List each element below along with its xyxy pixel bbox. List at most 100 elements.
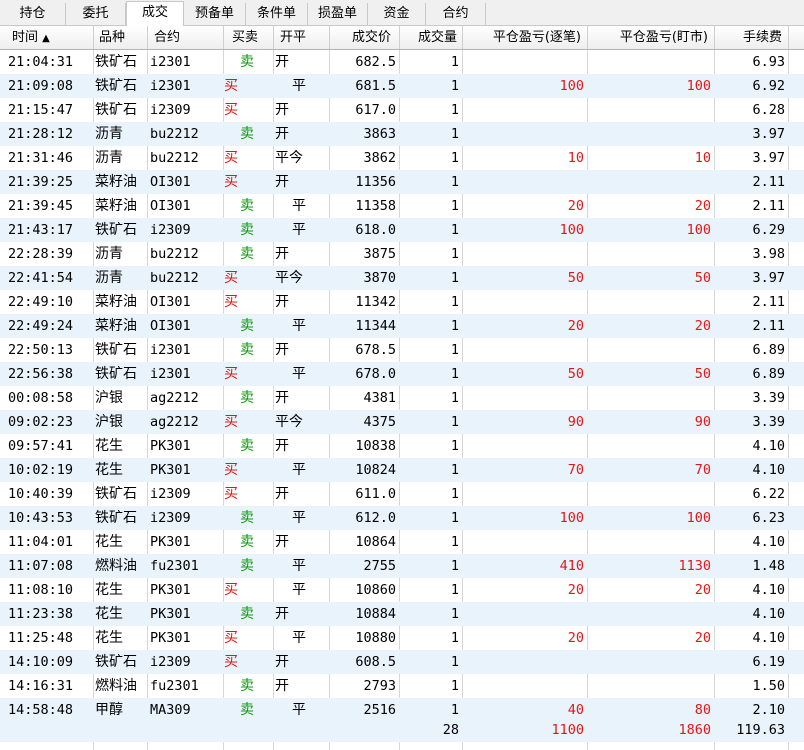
col-pnl-market-header[interactable]: 平仓盈亏(盯市) (588, 26, 715, 49)
table-row[interactable]: 09:57:41 花生 PK301 卖 开 10838 1 4.10 (0, 434, 804, 458)
col-pnl-trade-header[interactable]: 平仓盈亏(逐笔) (463, 26, 588, 49)
table-row[interactable]: 10:02:19 花生 PK301 买 平 10824 1 70 70 4.10 (0, 458, 804, 482)
cell-contract: fu2301 (150, 558, 199, 574)
cell-price: 10860 (355, 582, 396, 598)
table-row[interactable]: 22:56:38 铁矿石 i2301 买 平 678.0 1 50 50 6.89 (0, 362, 804, 386)
cell-price: 611.0 (355, 486, 396, 502)
table-row[interactable]: 21:43:17 铁矿石 i2309 卖 平 618.0 1 100 100 6.29 (0, 218, 804, 242)
cell-volume: 1 (450, 150, 459, 166)
cell-openclose: 平 (292, 630, 306, 646)
table-row[interactable]: 22:50:13 铁矿石 i2301 卖 开 678.5 1 6.89 (0, 338, 804, 362)
cell-variety: 燃料油 (95, 678, 137, 694)
tab-7[interactable]: 合约 (426, 3, 486, 26)
cell-price: 10864 (355, 534, 396, 550)
table-row[interactable]: 22:28:39 沥青 bu2212 卖 开 3875 1 3.98 (0, 242, 804, 266)
cell-pnl-market (588, 530, 715, 554)
table-row[interactable]: 14:16:31 燃料油 fu2301 卖 开 2793 1 1.50 (0, 674, 804, 698)
table-header: 时间 ▲ 品种 合约 买卖 开平 成交价 成交量 平仓盈亏(逐笔) 平仓盈亏(盯… (0, 26, 804, 50)
cell-variety: 燃料油 (95, 558, 137, 574)
cell-openclose: 开 (275, 438, 289, 454)
table-row[interactable]: 21:39:25 菜籽油 OI301 买 开 11356 1 2.11 (0, 170, 804, 194)
cell-variety: 沪银 (95, 390, 123, 406)
cell-contract: OI301 (150, 294, 191, 310)
tab-5[interactable]: 损盈单 (308, 3, 368, 26)
cell-openclose: 平 (292, 582, 306, 598)
tab-0[interactable]: 持仓 (0, 3, 66, 26)
cell-variety: 花生 (95, 582, 123, 598)
total-pnl-trade: 1100 (551, 722, 584, 738)
table-row[interactable]: 00:08:58 沪银 ag2212 卖 开 4381 1 3.39 (0, 386, 804, 410)
cell-pnl-market: 20 (694, 582, 711, 598)
cell-pnl-market (588, 386, 715, 410)
table-row[interactable]: 11:04:01 花生 PK301 卖 开 10864 1 4.10 (0, 530, 804, 554)
cell-time: 10:02:19 (8, 462, 74, 478)
table-row[interactable]: 22:49:10 菜籽油 OI301 买 开 11342 1 2.11 (0, 290, 804, 314)
table-row[interactable]: 21:31:46 沥青 bu2212 买 平今 3862 1 10 10 3.97 (0, 146, 804, 170)
col-side-header[interactable]: 买卖 (224, 26, 274, 49)
table-row[interactable]: 09:02:23 沪银 ag2212 买 平今 4375 1 90 90 3.39 (0, 410, 804, 434)
col-volume-header[interactable]: 成交量 (400, 26, 463, 49)
cell-side: 买 (224, 582, 238, 598)
tab-4[interactable]: 条件单 (246, 3, 308, 26)
cell-volume: 1 (450, 534, 459, 550)
cell-pnl-trade: 50 (567, 270, 584, 286)
cell-pnl-trade: 100 (559, 222, 584, 238)
cell-fee: 6.19 (752, 654, 785, 670)
table-row[interactable]: 22:49:24 菜籽油 OI301 卖 平 11344 1 20 20 2.11 (0, 314, 804, 338)
cell-volume: 1 (450, 606, 459, 622)
cell-time: 09:02:23 (8, 414, 74, 430)
cell-pnl-market (588, 170, 715, 194)
tab-2[interactable]: 成交 (126, 1, 184, 27)
cell-side: 买 (224, 78, 238, 94)
col-fee-header[interactable]: 手续费 (715, 26, 789, 49)
table-row[interactable]: 21:15:47 铁矿石 i2309 买 开 617.0 1 6.28 (0, 98, 804, 122)
col-price-header[interactable]: 成交价 (330, 26, 400, 49)
cell-pnl-market (588, 338, 715, 362)
cell-time: 11:04:01 (8, 534, 74, 550)
cell-pnl-market (588, 242, 715, 266)
cell-volume: 1 (450, 582, 459, 598)
total-pnl-market: 1860 (678, 722, 711, 738)
cell-variety: 花生 (95, 630, 123, 646)
cell-pnl-trade (463, 290, 588, 314)
cell-contract: i2309 (150, 510, 191, 526)
cell-pnl-market (588, 434, 715, 458)
table-row[interactable]: 11:23:38 花生 PK301 卖 开 10884 1 4.10 (0, 602, 804, 626)
cell-contract: i2301 (150, 54, 191, 70)
cell-fee: 3.97 (752, 150, 785, 166)
col-variety-header[interactable]: 品种 (94, 26, 148, 49)
table-row[interactable]: 22:41:54 沥青 bu2212 买 平今 3870 1 50 50 3.97 (0, 266, 804, 290)
table-row[interactable]: 11:08:10 花生 PK301 买 平 10860 1 20 20 4.10 (0, 578, 804, 602)
cell-time: 10:43:53 (8, 510, 74, 526)
cell-contract: i2301 (150, 342, 191, 358)
col-contract-header[interactable]: 合约 (148, 26, 224, 49)
table-row[interactable]: 21:09:08 铁矿石 i2301 买 平 681.5 1 100 100 6.92 (0, 74, 804, 98)
cell-price: 678.5 (355, 342, 396, 358)
tab-3[interactable]: 预备单 (184, 3, 246, 26)
table-row[interactable]: 11:25:48 花生 PK301 买 平 10880 1 20 20 4.10 (0, 626, 804, 650)
tab-1[interactable]: 委托 (66, 3, 126, 26)
cell-pnl-trade: 10 (567, 150, 584, 166)
table-row[interactable]: 21:04:31 铁矿石 i2301 卖 开 682.5 1 6.93 (0, 50, 804, 74)
cell-time: 09:57:41 (8, 438, 74, 454)
table-row[interactable]: 11:07:08 燃料油 fu2301 卖 平 2755 1 410 1130 1.48 (0, 554, 804, 578)
cell-pnl-market: 20 (694, 630, 711, 646)
cell-price: 682.5 (355, 54, 396, 70)
cell-pnl-market: 20 (694, 198, 711, 214)
cell-time: 21:04:31 (8, 54, 74, 70)
cell-pnl-trade: 410 (559, 558, 584, 574)
table-row[interactable]: 10:43:53 铁矿石 i2309 卖 平 612.0 1 100 100 6.23 (0, 506, 804, 530)
cell-fee: 3.97 (752, 126, 785, 142)
cell-variety: 铁矿石 (95, 486, 137, 502)
tab-6[interactable]: 资金 (368, 3, 426, 26)
cell-openclose: 平 (292, 78, 306, 94)
cell-pnl-trade (463, 98, 588, 122)
col-time-header[interactable]: 时间 ▲ (0, 26, 94, 49)
cell-volume: 1 (450, 390, 459, 406)
table-row[interactable]: 10:40:39 铁矿石 i2309 买 开 611.0 1 6.22 (0, 482, 804, 506)
cell-openclose: 平 (292, 558, 306, 574)
table-row[interactable]: 21:28:12 沥青 bu2212 卖 开 3863 1 3.97 (0, 122, 804, 146)
col-openclose-header[interactable]: 开平 (274, 26, 330, 49)
table-row[interactable]: 21:39:45 菜籽油 OI301 卖 平 11358 1 20 20 2.11 (0, 194, 804, 218)
table-row[interactable]: 14:10:09 铁矿石 i2309 买 开 608.5 1 6.19 (0, 650, 804, 674)
